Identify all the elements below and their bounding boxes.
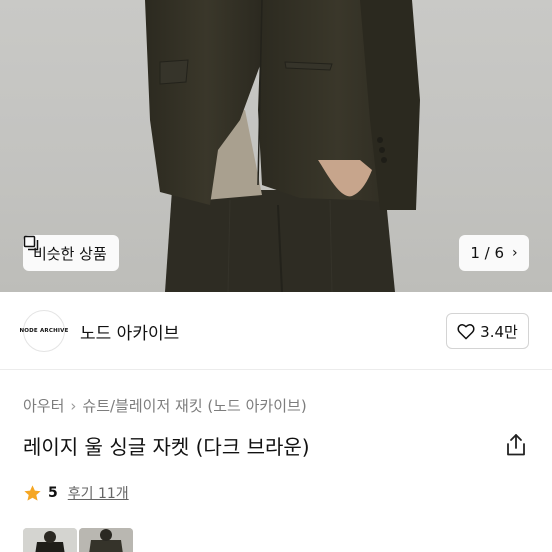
like-button[interactable]: 3.4만 <box>446 313 529 349</box>
breadcrumb: 아우터 › 슈트/블레이저 재킷 (노드 아카이브) <box>23 395 307 416</box>
like-count: 3.4만 <box>480 322 518 341</box>
product-image[interactable]: 비슷한 상품 1 / 6 › <box>0 0 552 292</box>
rating-row: 5 후기 11개 <box>23 483 129 503</box>
shop-row[interactable]: NODE ARCHIVE 노드 아카이브 3.4만 <box>0 292 552 370</box>
image-page-indicator: 1 / 6 <box>470 244 505 262</box>
reviews-link[interactable]: 후기 11개 <box>68 483 129 503</box>
similar-items-icon <box>23 235 39 251</box>
shop-logo[interactable]: NODE ARCHIVE <box>19 310 68 352</box>
image-pager-button[interactable]: 1 / 6 › <box>459 235 529 271</box>
review-photo <box>79 528 133 552</box>
product-title: 레이지 울 싱글 자켓 (다크 브라운) <box>23 435 310 459</box>
review-thumbnails <box>23 528 133 552</box>
heart-icon <box>457 323 475 339</box>
rating-score: 5 <box>48 485 58 501</box>
shop-logo-text: NODE ARCHIVE <box>19 328 69 334</box>
review-thumbnail[interactable] <box>79 528 133 552</box>
similar-items-label: 비슷한 상품 <box>33 244 107 263</box>
similar-items-button[interactable]: 비슷한 상품 <box>23 235 119 271</box>
star-icon <box>24 484 41 501</box>
share-icon[interactable] <box>505 433 527 457</box>
chevron-right-icon: › <box>512 245 518 261</box>
shop-name[interactable]: 노드 아카이브 <box>80 319 179 344</box>
review-thumbnail[interactable] <box>23 528 77 552</box>
breadcrumb-item-subcategory[interactable]: 슈트/블레이저 재킷 (노드 아카이브) <box>82 395 306 416</box>
breadcrumb-item-category[interactable]: 아우터 <box>23 395 64 416</box>
review-photo <box>23 528 77 552</box>
breadcrumb-separator: › <box>70 396 77 415</box>
